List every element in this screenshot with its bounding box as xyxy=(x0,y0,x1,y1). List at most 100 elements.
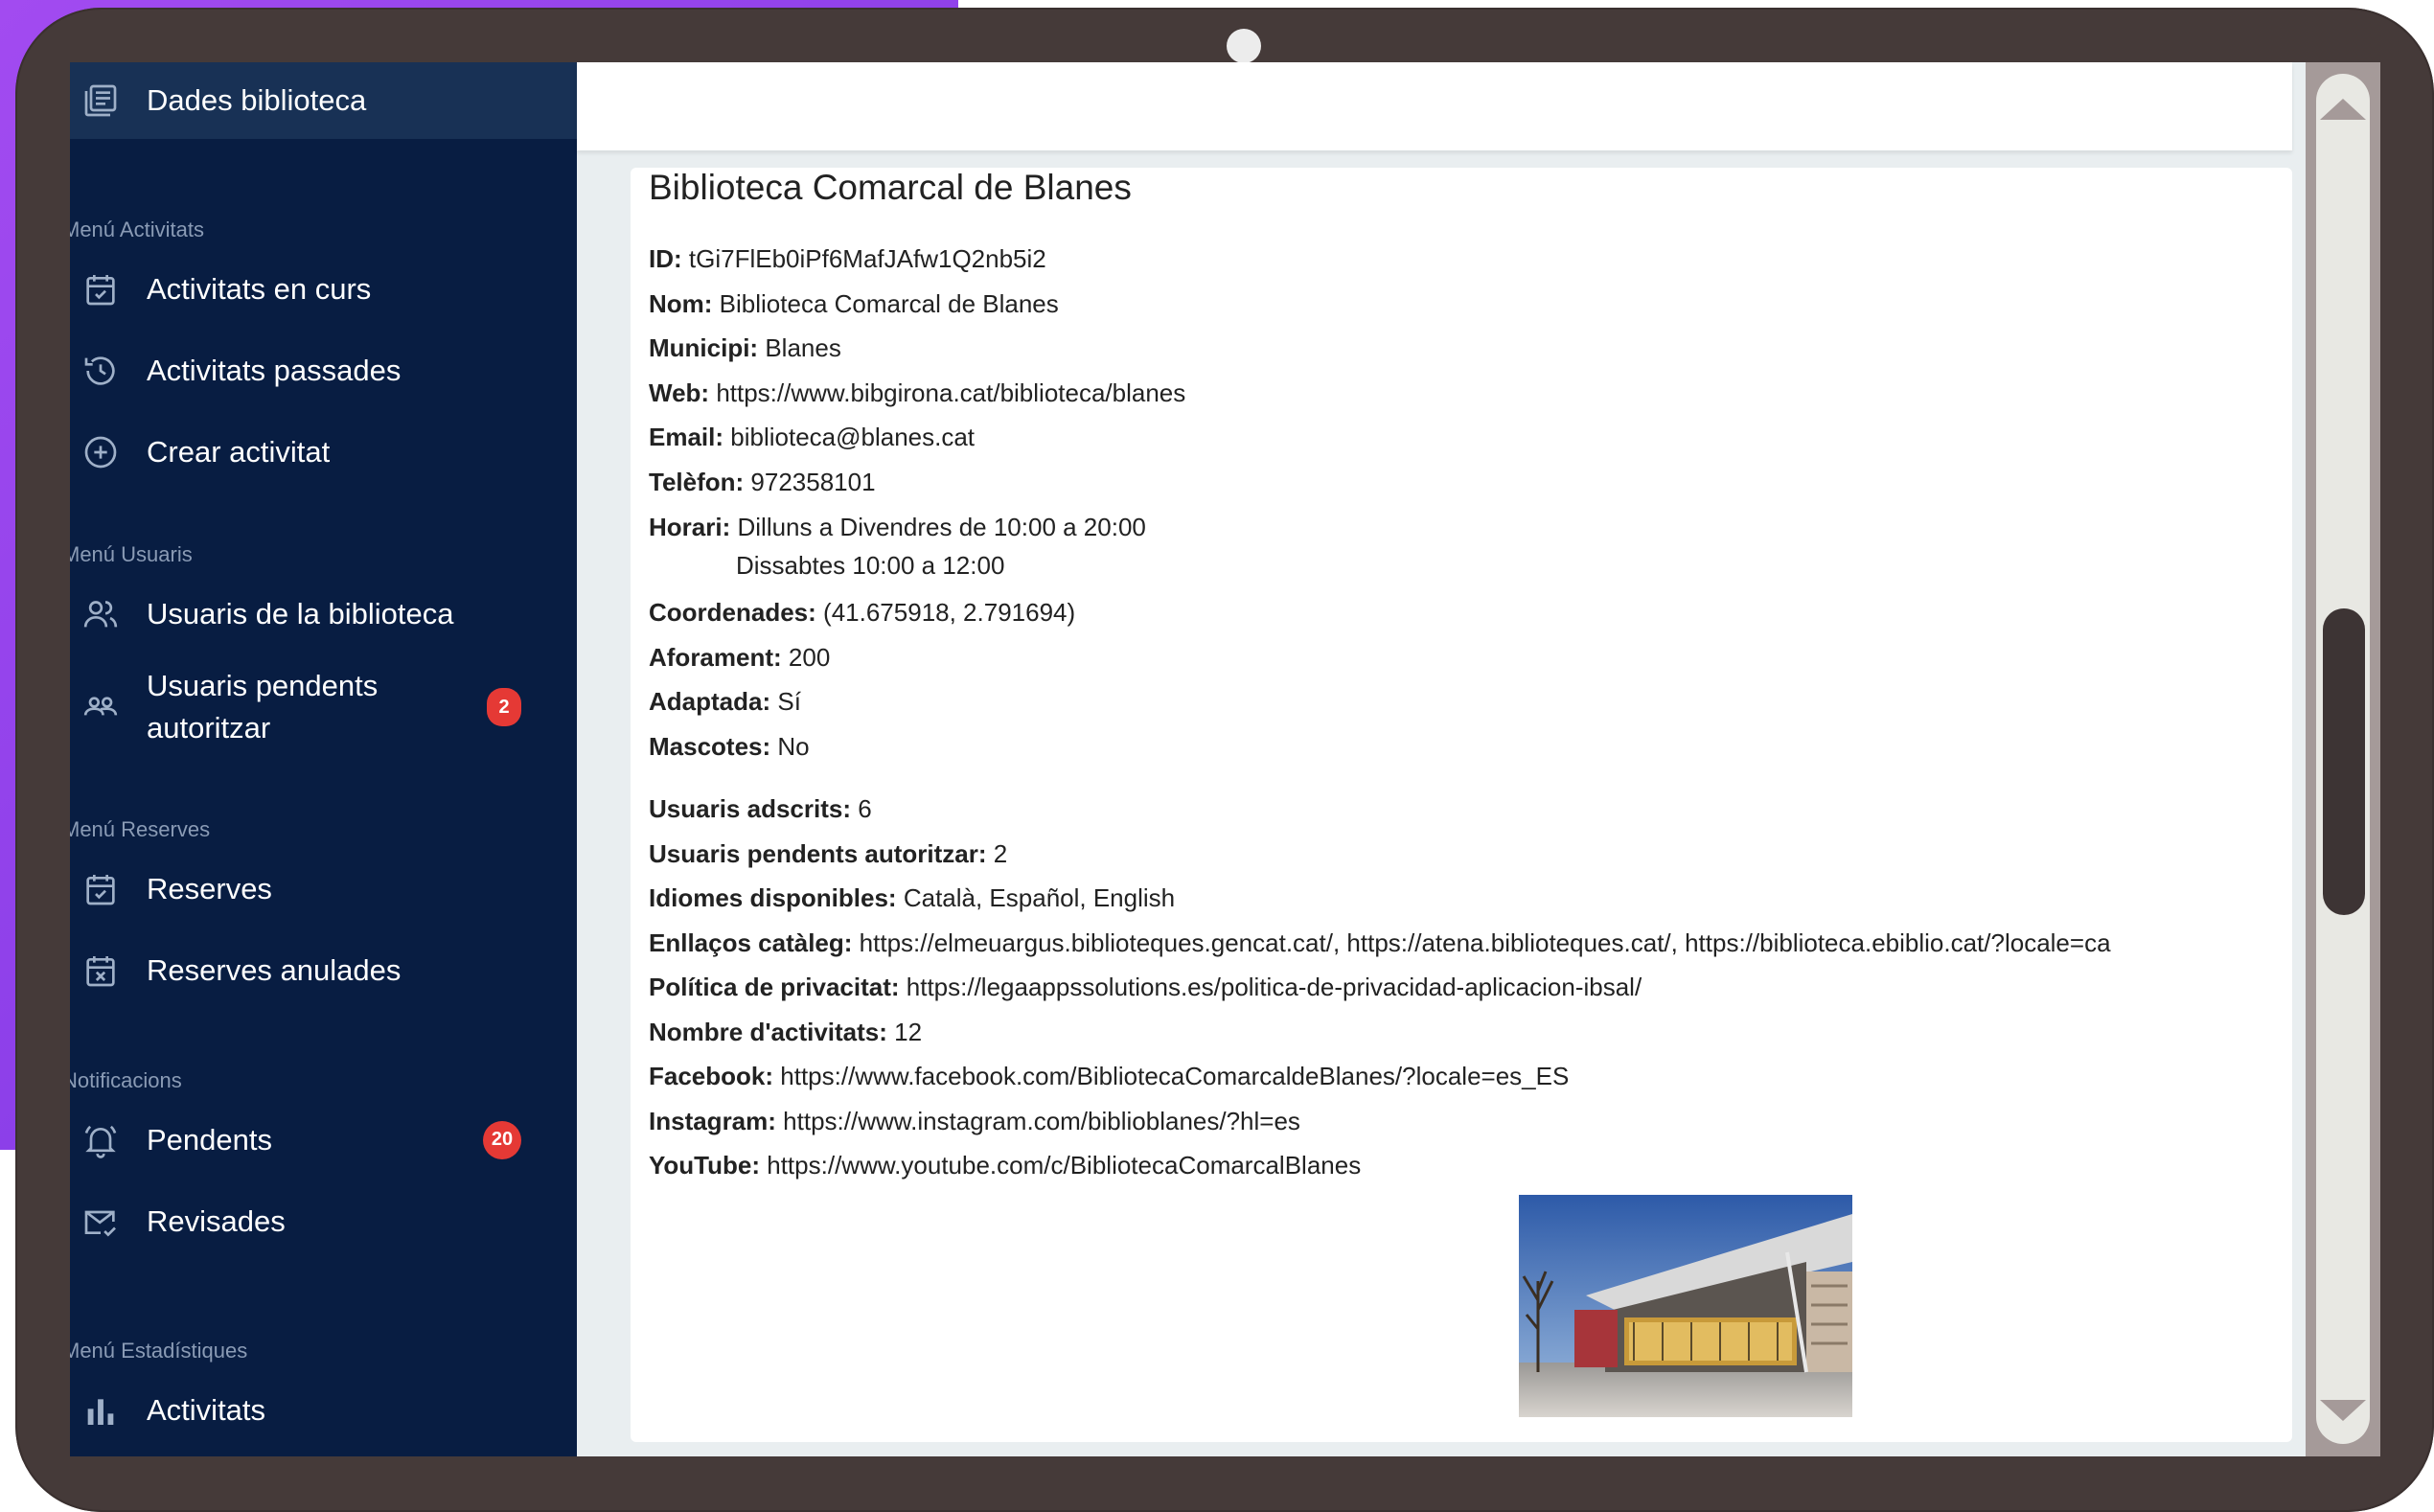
sidebar-item-pendents[interactable]: Pendents 20 xyxy=(70,1099,577,1180)
field-value: 200 xyxy=(788,642,831,672)
sidebar-item-estadistiques-activitats[interactable]: Activitats xyxy=(70,1369,577,1451)
mail-check-icon xyxy=(80,1201,122,1243)
privacy-link[interactable]: https://legaappssolutions.es/politica-de… xyxy=(907,973,1642,1001)
field-label: Usuaris adscrits: xyxy=(649,794,851,823)
sidebar-item-reserves[interactable]: Reserves xyxy=(70,848,577,929)
field-label: Email: xyxy=(649,423,724,451)
field-usuaris-adscrits: Usuaris adscrits: 6 xyxy=(649,787,2111,832)
sidebar-item-label: Activitats xyxy=(147,1392,266,1427)
field-label: Web: xyxy=(649,378,710,407)
library-details-card: Biblioteca Comarcal de Blanes ID: tGi7Fl… xyxy=(631,168,2292,1442)
field-horari: Horari: Dilluns a Divendres de 10:00 a 2… xyxy=(649,504,2111,590)
library-details: ID: tGi7FlEb0iPf6MafJAfw1Q2nb5i2 Nom: Bi… xyxy=(649,237,2111,1188)
section-title-reserves: Menú Reserves xyxy=(70,817,211,841)
field-value: Dilluns a Divendres de 10:00 a 20:00 xyxy=(737,513,1146,541)
field-youtube: YouTube: https://www.youtube.com/c/Bibli… xyxy=(649,1143,2111,1188)
youtube-link[interactable]: https://www.youtube.com/c/BibliotecaComa… xyxy=(767,1151,1361,1180)
calendar-check-icon xyxy=(80,268,122,310)
sidebar-item-usuaris-biblioteca[interactable]: Usuaris de la biblioteca xyxy=(70,573,577,654)
email-link[interactable]: biblioteca@blanes.cat xyxy=(730,423,975,451)
pending-users-badge: 2 xyxy=(487,688,521,726)
field-usuaris-pendents: Usuaris pendents autoritzar: 2 xyxy=(649,832,2111,877)
field-label: Nom: xyxy=(649,288,713,318)
field-label: Municipi: xyxy=(649,333,759,362)
field-email: Email: biblioteca@blanes.cat xyxy=(649,415,2111,460)
scroll-up-arrow-icon[interactable] xyxy=(2320,99,2366,120)
sidebar-item-usuaris-pendents[interactable]: Usuaris pendents autoritzar 2 xyxy=(70,654,577,760)
field-web: Web: https://www.bibgirona.cat/bibliotec… xyxy=(649,371,2111,416)
field-label: Horari: xyxy=(649,513,731,541)
field-municipi: Municipi: Blanes xyxy=(649,326,2111,371)
field-value: 972358101 xyxy=(750,467,876,496)
history-icon xyxy=(80,350,122,392)
sidebar-item-label: Crear activitat xyxy=(147,434,331,469)
calendar-x-icon xyxy=(80,950,122,992)
library-title: Biblioteca Comarcal de Blanes xyxy=(649,168,1132,207)
instagram-link[interactable]: https://www.instagram.com/biblioblanes/?… xyxy=(783,1107,1300,1135)
scrollbar-thumb[interactable] xyxy=(2323,608,2365,915)
library-photo xyxy=(1519,1195,1852,1417)
catalog-links[interactable]: https://elmeuargus.biblioteques.gencat.c… xyxy=(860,928,2111,957)
sidebar-item-crear-activitat[interactable]: Crear activitat xyxy=(70,411,577,493)
field-value: No xyxy=(777,731,810,761)
field-politica-privacitat: Política de privacitat: https://legaapps… xyxy=(649,965,2111,1010)
field-enllacos-cataleg: Enllaços catàleg: https://elmeuargus.bib… xyxy=(649,921,2111,966)
sidebar-item-activitats-passades[interactable]: Activitats passades xyxy=(70,330,577,411)
field-label: Nombre d'activitats: xyxy=(649,1017,887,1046)
field-facebook: Facebook: https://www.facebook.com/Bibli… xyxy=(649,1054,2111,1099)
field-telefon: Telèfon: 972358101 xyxy=(649,460,2111,505)
library-list-icon xyxy=(80,80,122,122)
pending-notifications-badge: 20 xyxy=(483,1120,521,1159)
field-label: Coordenades: xyxy=(649,598,816,627)
field-label: Facebook: xyxy=(649,1062,774,1090)
add-circle-icon xyxy=(80,431,122,473)
sidebar-item-dades-biblioteca[interactable]: Dades biblioteca xyxy=(70,62,577,139)
sidebar-item-label: Activitats passades xyxy=(147,353,402,387)
field-aforament: Aforament: 200 xyxy=(649,635,2111,680)
sidebar-item-label: Usuaris de la biblioteca xyxy=(147,596,454,630)
field-value: 2 xyxy=(993,838,1008,868)
field-value: (41.675918, 2.791694) xyxy=(823,598,1076,627)
section-title-notificacions: Notificacions xyxy=(70,1068,182,1092)
section-title-usuaris: Menú Usuaris xyxy=(70,542,193,566)
field-label: Mascotes: xyxy=(649,731,771,761)
sidebar-item-label: Activitats en curs xyxy=(147,271,372,306)
sidebar-item-activitats-en-curs[interactable]: Activitats en curs xyxy=(70,248,577,330)
field-label: Enllaços catàleg: xyxy=(649,928,853,957)
field-mascotes: Mascotes: No xyxy=(649,724,2111,769)
field-label: Adaptada: xyxy=(649,687,771,716)
field-label: Idiomes disponibles: xyxy=(649,883,897,912)
bar-chart-icon xyxy=(80,1389,122,1432)
sidebar-item-label: Usuaris pendents autoritzar xyxy=(147,669,379,745)
field-label: ID: xyxy=(649,244,682,273)
sidebar-item-label: Reserves xyxy=(147,871,272,905)
scroll-down-arrow-icon[interactable] xyxy=(2320,1400,2366,1421)
field-adaptada: Adaptada: Sí xyxy=(649,679,2111,724)
field-label: Aforament: xyxy=(649,642,782,672)
section-title-activitats: Menú Activitats xyxy=(70,218,204,241)
facebook-link[interactable]: https://www.facebook.com/BibliotecaComar… xyxy=(780,1062,1569,1090)
sidebar-item-revisades[interactable]: Revisades xyxy=(70,1180,577,1262)
sidebar-item-label: Revisades xyxy=(147,1203,286,1238)
field-label: YouTube: xyxy=(649,1151,761,1180)
field-value: 6 xyxy=(858,794,872,823)
field-value: Blanes xyxy=(765,333,841,362)
field-label: Instagram: xyxy=(649,1106,776,1135)
field-value: Sí xyxy=(777,687,801,716)
field-value: 12 xyxy=(894,1017,923,1046)
field-label: Política de privacitat: xyxy=(649,973,900,1001)
field-nombre-activitats: Nombre d'activitats: 12 xyxy=(649,1010,2111,1055)
sidebar: Dades biblioteca Menú Activitats Activit… xyxy=(70,62,577,1456)
field-instagram: Instagram: https://www.instagram.com/bib… xyxy=(649,1099,2111,1144)
top-bar xyxy=(577,62,2292,150)
field-id: ID: tGi7FlEb0iPf6MafJAfw1Q2nb5i2 xyxy=(649,237,2111,282)
section-title-estadistiques: Menú Estadístiques xyxy=(70,1339,248,1363)
field-value: Biblioteca Comarcal de Blanes xyxy=(719,288,1059,318)
app-screen: Dades biblioteca Menú Activitats Activit… xyxy=(70,62,2380,1456)
sidebar-item-reserves-anulades[interactable]: Reserves anulades xyxy=(70,929,577,1011)
field-label: Usuaris pendents autoritzar: xyxy=(649,838,987,868)
web-link[interactable]: https://www.bibgirona.cat/biblioteca/bla… xyxy=(716,378,1185,407)
sidebar-item-label: Dades biblioteca xyxy=(147,83,367,117)
scrollbar[interactable] xyxy=(2306,62,2380,1456)
sidebar-item-label: Pendents xyxy=(147,1122,272,1157)
